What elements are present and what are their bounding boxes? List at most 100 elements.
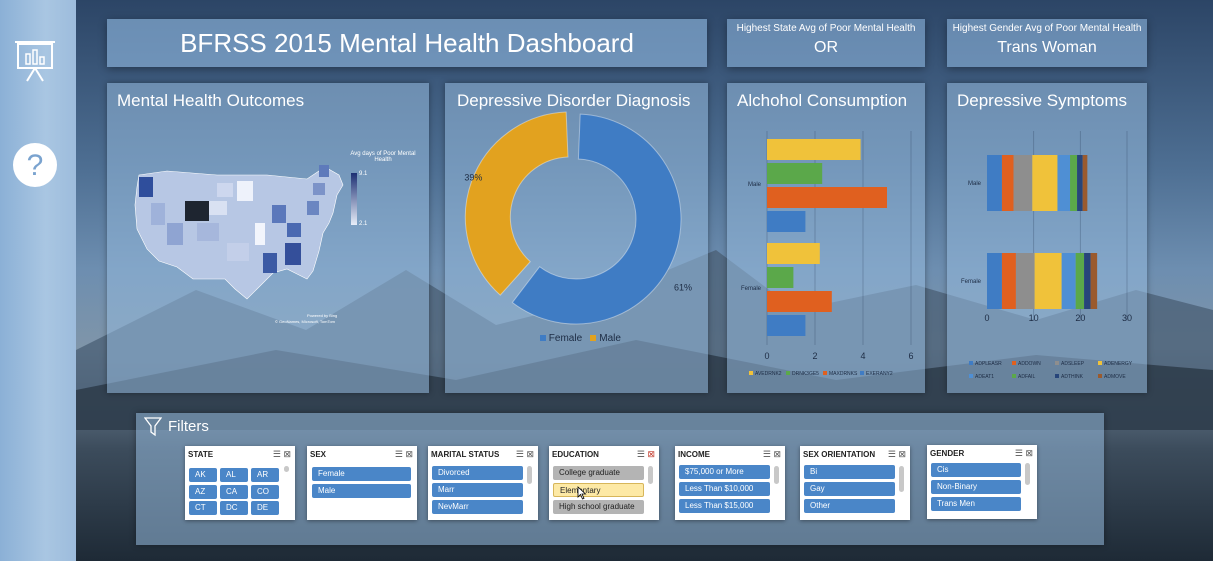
legend-swatch-exerany2 bbox=[860, 371, 864, 375]
x-tick-label: 2 bbox=[812, 351, 817, 361]
slicer-item-marr[interactable]: Marr bbox=[432, 483, 523, 497]
legend-label-adpleasr: ADPLEASR bbox=[975, 361, 1002, 367]
donut-chart[interactable]: 61% 39% bbox=[445, 83, 708, 393]
legend-label-avedrnk2: AVEDRNK2 bbox=[755, 371, 782, 377]
x-tick-label: 4 bbox=[860, 351, 865, 361]
slicer-multiselect-icon[interactable]: ☰ ⊠ bbox=[395, 449, 413, 460]
bar-drnk3ge5-male bbox=[767, 163, 823, 184]
bar-maxdrnks-female bbox=[767, 291, 832, 312]
slicer-item-less-than-15000[interactable]: Less Than $15,000 bbox=[679, 499, 770, 513]
legend-swatch-female bbox=[540, 335, 546, 341]
bar-adeat1-male bbox=[1057, 155, 1071, 211]
slicer-item-trans-men[interactable]: Trans Men bbox=[931, 497, 1021, 511]
category-label-female: Female bbox=[741, 286, 762, 292]
slicer-scrollbar[interactable] bbox=[527, 466, 532, 484]
bar-adsleep-female bbox=[1015, 253, 1035, 309]
kpi-highest-gender: Highest Gender Avg of Poor Mental Health… bbox=[947, 19, 1147, 67]
slicer-item-al[interactable]: AL bbox=[220, 468, 248, 482]
help-question-icon[interactable]: ? bbox=[12, 142, 58, 188]
slicer-multiselect-icon[interactable]: ☰ ⊠ bbox=[763, 449, 781, 460]
svg-text:?: ? bbox=[27, 149, 44, 182]
slicer-item-75000-or-more[interactable]: $75,000 or More bbox=[679, 465, 770, 479]
slicer-item-az[interactable]: AZ bbox=[189, 485, 217, 499]
us-choropleth-map[interactable] bbox=[107, 83, 429, 393]
slicer-item-co[interactable]: CO bbox=[251, 485, 279, 499]
bar-adthink-male bbox=[1077, 155, 1083, 211]
legend-swatch-maxdrnks bbox=[823, 371, 827, 375]
bar-addown-female bbox=[1001, 253, 1016, 309]
legend-label-adenergy: ADENERGY bbox=[1104, 361, 1133, 367]
slicer-multiselect-icon[interactable]: ☰ ⊠ bbox=[1015, 448, 1033, 459]
legend-swatch-addown bbox=[1012, 361, 1016, 365]
bar-avedrnk2-male bbox=[767, 139, 861, 160]
slicer-item-other[interactable]: Other bbox=[804, 499, 895, 513]
slicer-item-elementary[interactable]: Elementary bbox=[553, 483, 644, 497]
slicer-item-divorced[interactable]: Divorced bbox=[432, 466, 523, 480]
slicer-item-ar[interactable]: AR bbox=[251, 468, 279, 482]
legend-swatch-admove bbox=[1098, 374, 1102, 378]
slicer-item-bi[interactable]: Bi bbox=[804, 465, 895, 479]
legend-swatch-adthink bbox=[1055, 374, 1059, 378]
slicer-item-dc[interactable]: DC bbox=[220, 501, 248, 515]
bar-adthink-female bbox=[1084, 253, 1091, 309]
x-tick-label: 6 bbox=[908, 351, 913, 361]
sex-slicer-header: SEX bbox=[310, 450, 327, 459]
bar-drnk3ge5-female bbox=[767, 267, 794, 288]
slicer-item-de[interactable]: DE bbox=[251, 501, 279, 515]
alcohol-bar-chart[interactable]: 0 2 4 6 Male Female AVEDRNK2 DRNK3GE5 MAXDRNKS EX… bbox=[727, 83, 925, 393]
slicer-item-ct[interactable]: CT bbox=[189, 501, 217, 515]
slicer-scrollbar[interactable] bbox=[284, 466, 289, 472]
kpi-highest-state: Highest State Avg of Poor Mental Health … bbox=[727, 19, 925, 67]
bar-adsleep-male bbox=[1013, 155, 1033, 211]
slicer-item-gay[interactable]: Gay bbox=[804, 482, 895, 496]
orientation-slicer-header: SEX ORIENTATION bbox=[803, 450, 876, 459]
legend-label-drnk3ge5: DRNK3GE5 bbox=[792, 371, 819, 377]
slicer-scrollbar[interactable] bbox=[774, 466, 779, 484]
slicer-item-ca[interactable]: CA bbox=[220, 485, 248, 499]
slicer-scrollbar[interactable] bbox=[899, 466, 904, 492]
state-slicer: STATE ☰ ⊠ AK AL AR AZ CA CO CT DC DE bbox=[185, 446, 295, 520]
presentation-chart-icon[interactable] bbox=[12, 38, 58, 84]
x-tick-label: 0 bbox=[764, 351, 769, 361]
slicer-scrollbar[interactable] bbox=[648, 466, 653, 484]
slicer-item-non-binary[interactable]: Non-Binary bbox=[931, 480, 1021, 494]
legend-swatch-adeat1 bbox=[969, 374, 973, 378]
slicer-item-college-graduate[interactable]: College graduate bbox=[553, 466, 644, 480]
sex-slicer: SEX ☰ ⊠ Female Male bbox=[307, 446, 417, 520]
depressive-diagnosis-panel: Depressive Disorder Diagnosis 61% 39% Fem… bbox=[445, 83, 708, 393]
x-tick-label: 30 bbox=[1122, 313, 1132, 323]
slicer-multiselect-icon[interactable]: ☰ ⊠ bbox=[516, 449, 534, 460]
donut-legend: Female Male bbox=[540, 333, 621, 344]
slicer-item-nevmarr[interactable]: NevMarr bbox=[432, 500, 523, 514]
map-credit-bing: Powered by Bing bbox=[307, 313, 338, 318]
slicer-item-less-than-10000[interactable]: Less Than $10,000 bbox=[679, 482, 770, 496]
legend-label-adsleep: ADSLEEP bbox=[1061, 361, 1085, 367]
income-slicer-header: INCOME bbox=[678, 450, 710, 459]
dashboard-title: BFRSS 2015 Mental Health Dashboard bbox=[107, 19, 707, 67]
legend-label-exerany2: EXERANY2 bbox=[866, 371, 893, 377]
income-slicer: INCOME ☰ ⊠ $75,000 or More Less Than $10… bbox=[675, 446, 785, 520]
slicer-multiselect-icon[interactable]: ☰ ⊠ bbox=[273, 449, 291, 460]
depressive-symptoms-panel: Depressive Symptoms 0 10 20 30 Male Female ADP… bbox=[947, 83, 1147, 393]
slicer-item-cis[interactable]: Cis bbox=[931, 463, 1021, 477]
slicer-clear-filter-icon[interactable]: ☰ ⊠ bbox=[637, 449, 655, 460]
slicer-multiselect-icon[interactable]: ☰ ⊠ bbox=[888, 449, 906, 460]
category-label-male: Male bbox=[968, 181, 982, 187]
slicer-item-ak[interactable]: AK bbox=[189, 468, 217, 482]
slicer-scrollbar[interactable] bbox=[1025, 463, 1030, 485]
filter-funnel-icon bbox=[144, 417, 162, 437]
state-slicer-header: STATE bbox=[188, 450, 214, 459]
symptoms-stacked-bar-chart[interactable]: 0 10 20 30 Male Female ADPLEASR ADDOWN ADSLEEP AD… bbox=[947, 83, 1147, 393]
bar-admove-female bbox=[1090, 253, 1098, 309]
donut-label-female: 61% bbox=[674, 282, 692, 292]
bar-maxdrnks-male bbox=[767, 187, 887, 208]
slicer-item-high-school-graduate[interactable]: High school graduate bbox=[553, 500, 644, 514]
bar-adpleasr-female bbox=[987, 253, 1002, 309]
kpi-state-value: OR bbox=[814, 39, 838, 56]
map-color-scale bbox=[351, 173, 357, 225]
slicer-item-male[interactable]: Male bbox=[312, 484, 411, 498]
mental-health-map-panel: Mental Health Outcomes Avg days of Poor … bbox=[107, 83, 429, 393]
map-credit-geonames: © GeoNames, Microsoft, TomTom bbox=[275, 319, 335, 324]
bar-admove-male bbox=[1082, 155, 1088, 211]
slicer-item-female[interactable]: Female bbox=[312, 467, 411, 481]
